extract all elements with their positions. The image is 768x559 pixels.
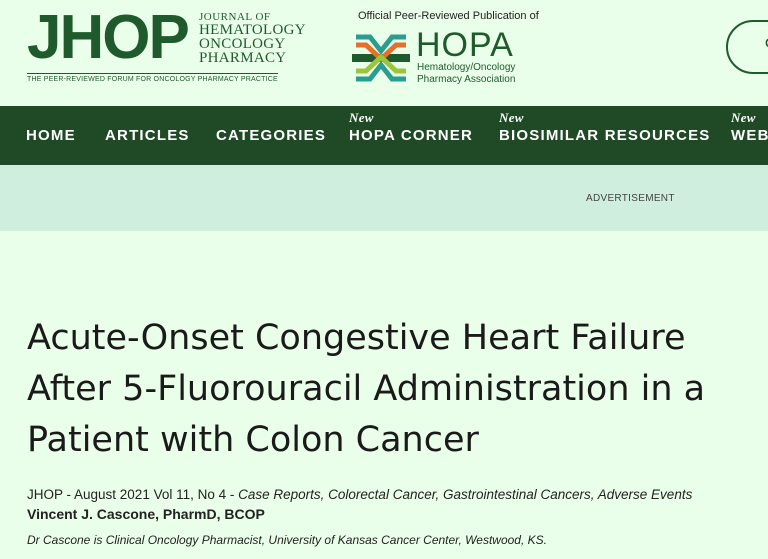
article-title: Acute-Onset Congestive Heart Failure Aft…	[27, 318, 706, 460]
hopa-wordmark: HOPA	[416, 26, 514, 64]
article-author: Vincent J. Cascone, PharmD, BCOP	[27, 506, 265, 522]
jhop-logo[interactable]: JHOP JOURNAL OF HEMATOLOGY ONCOLOGY PHAR…	[27, 7, 317, 87]
hopa-subtitle-line-1: Hematology/Oncology	[417, 62, 516, 73]
journal-line-4: PHARMACY	[199, 50, 287, 66]
journal-name: JOURNAL OF HEMATOLOGY ONCOLOGY PHARMACY	[199, 11, 306, 66]
nav-biosimilar-resources[interactable]: BIOSIMILAR RESOURCES	[499, 127, 711, 144]
site-header: JHOP JOURNAL OF HEMATOLOGY ONCOLOGY PHAR…	[0, 0, 768, 106]
author-affiliation: Dr Cascone is Clinical Oncology Pharmaci…	[27, 533, 547, 547]
hopa-logo-icon[interactable]	[352, 29, 410, 87]
article-meta: JHOP - August 2021 Vol 11, No 4 - Case R…	[27, 487, 692, 502]
nav-articles[interactable]: ARTICLES	[105, 127, 190, 144]
search-icon: ⚲	[764, 35, 768, 56]
hopa-subtitle: Hematology/Oncology Pharmacy Association	[417, 62, 515, 86]
jhop-logo-text: JHOP	[27, 3, 190, 72]
nav-web[interactable]: WEB	[731, 127, 768, 144]
article-categories[interactable]: Case Reports, Colorectal Cancer, Gastroi…	[238, 487, 692, 502]
nav-hopa-corner[interactable]: HOPA CORNER	[349, 127, 473, 144]
new-badge: New	[731, 110, 756, 125]
advertisement-label: ADVERTISEMENT	[586, 193, 675, 204]
new-badge: New	[499, 110, 524, 125]
official-publication-text: Official Peer-Reviewed Publication of	[358, 10, 539, 22]
journal-line-2: HEMATOLOGY	[199, 22, 306, 38]
issue-info: JHOP - August 2021 Vol 11, No 4 -	[27, 487, 239, 502]
new-badge: New	[349, 110, 374, 125]
search-button[interactable]: ⚲	[726, 20, 768, 74]
nav-home[interactable]: HOME	[26, 127, 76, 144]
nav-categories[interactable]: CATEGORIES	[216, 127, 326, 144]
journal-line-3: ONCOLOGY	[199, 36, 286, 52]
advertisement-banner[interactable]: ADVERTISEMENT	[0, 165, 768, 231]
jhop-tagline: THE PEER-REVIEWED FORUM FOR ONCOLOGY PHA…	[27, 73, 278, 83]
main-nav: HOME ARTICLES CATEGORIES New HOPA CORNER…	[0, 106, 768, 165]
hopa-subtitle-line-2: Pharmacy Association	[417, 74, 516, 85]
